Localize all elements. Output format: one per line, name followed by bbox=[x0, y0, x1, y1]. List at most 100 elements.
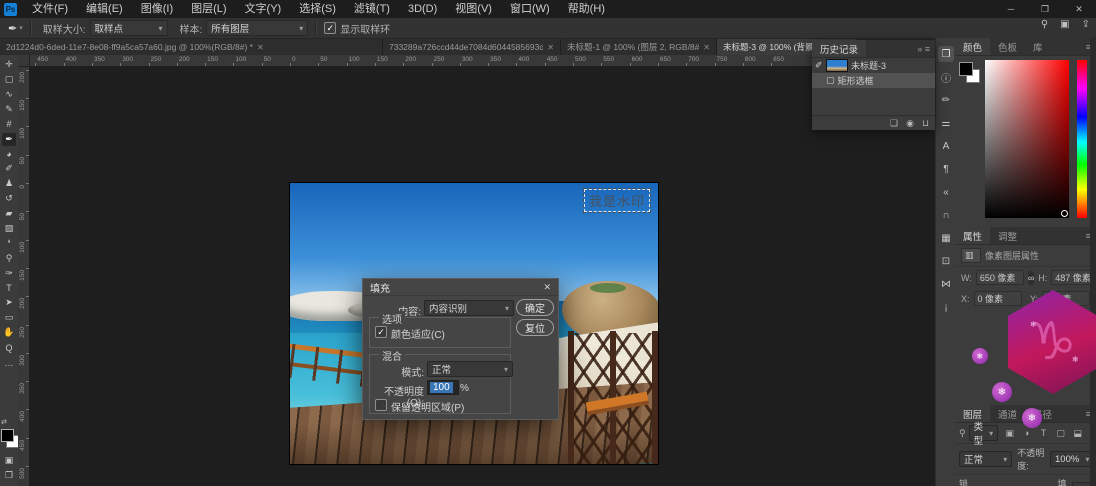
x-field[interactable]: 0 像素 bbox=[974, 291, 1022, 306]
move-tool[interactable]: ✛ bbox=[2, 58, 16, 71]
document-tab-2[interactable]: 733289a726ccd44de7084d6044585693d368e7e3… bbox=[383, 39, 561, 55]
color-tab-1[interactable]: 色板 bbox=[990, 38, 1025, 55]
color-picker-dot[interactable] bbox=[1061, 210, 1068, 217]
close-icon[interactable]: ✕ bbox=[543, 282, 551, 293]
spot-healing-tool[interactable]: ◕ bbox=[2, 147, 16, 160]
menu-item-4[interactable]: 文字(Y) bbox=[236, 3, 291, 15]
tab-history[interactable]: 历史记录 bbox=[812, 40, 866, 57]
eyedropper-tool[interactable]: ✒ bbox=[2, 133, 16, 146]
reset-button[interactable]: 复位 bbox=[516, 319, 554, 336]
hue-slider[interactable] bbox=[1077, 60, 1087, 218]
rectangular-marquee-tool[interactable]: ▢ bbox=[2, 73, 16, 86]
brush-settings-panel-icon[interactable]: ✏ bbox=[938, 92, 954, 108]
foreground-background-colors[interactable] bbox=[1, 429, 17, 451]
menu-item-8[interactable]: 视图(V) bbox=[446, 3, 501, 15]
crop-tool[interactable]: # bbox=[2, 118, 16, 131]
saturation-brightness-square[interactable] bbox=[985, 60, 1069, 218]
filter-type-layers-icon[interactable]: T bbox=[1037, 428, 1050, 439]
sample-dropdown[interactable]: 所有图层▾ bbox=[206, 20, 308, 36]
clone-stamp-tool[interactable]: ♟ bbox=[2, 177, 16, 190]
gradient-tool[interactable]: ▧ bbox=[2, 222, 16, 235]
color-adaptation-checkbox[interactable]: ✓ bbox=[375, 326, 387, 338]
layers-tab-0[interactable]: 图层 bbox=[955, 405, 990, 422]
filter-shape-layers-icon[interactable]: ▢ bbox=[1054, 428, 1067, 439]
menu-item-0[interactable]: 文件(F) bbox=[23, 3, 77, 15]
foreground-color-swatch[interactable] bbox=[1, 429, 14, 442]
styles-panel-icon[interactable]: ▦ bbox=[938, 230, 954, 246]
adjustments-panel-icon[interactable]: ∩ bbox=[938, 207, 954, 223]
dodge-tool[interactable]: ⚲ bbox=[2, 252, 16, 265]
zoom-tool[interactable]: Q bbox=[2, 341, 16, 354]
properties-tab-1[interactable]: 调整 bbox=[990, 227, 1025, 244]
mode-dropdown[interactable]: 正常▾ bbox=[427, 361, 513, 377]
filter-search-icon[interactable]: ⚲ bbox=[959, 428, 966, 439]
opacity-dropdown[interactable]: 100%▾ bbox=[1050, 451, 1092, 467]
opacity-input[interactable]: 100 bbox=[427, 380, 459, 395]
filter-type-dropdown[interactable]: 类型▾ bbox=[969, 425, 999, 441]
info-panel-icon[interactable]: ⓘ bbox=[938, 69, 954, 85]
swap-colors-icon[interactable]: ⇄ bbox=[1, 418, 7, 426]
filter-pixel-layers-icon[interactable]: ▣ bbox=[1003, 428, 1016, 439]
share-icon[interactable]: ⇪ bbox=[1082, 19, 1090, 30]
show-sampling-ring-checkbox[interactable]: ✓ bbox=[324, 22, 336, 34]
menu-item-6[interactable]: 滤镜(T) bbox=[345, 3, 399, 15]
menu-item-3[interactable]: 图层(L) bbox=[182, 3, 235, 15]
brush-tool[interactable]: ✐ bbox=[2, 162, 16, 175]
search-icon[interactable]: ⚲ bbox=[1041, 19, 1048, 30]
ok-button[interactable]: 确定 bbox=[516, 299, 554, 316]
close-tab-icon[interactable]: ✕ bbox=[547, 43, 554, 52]
layers-tab-1[interactable]: 通道 bbox=[990, 405, 1025, 422]
history-state-marquee[interactable]: ▢矩形选框 bbox=[812, 73, 935, 88]
character-panel-icon[interactable]: A bbox=[938, 138, 954, 154]
preserve-transparency-checkbox[interactable] bbox=[375, 399, 387, 411]
pen-tool[interactable]: ✑ bbox=[2, 267, 16, 280]
eyedropper-tool-icon[interactable]: ✒ bbox=[8, 22, 17, 35]
document-tab-3[interactable]: 未标题-1 @ 100% (图层 2, RGB/8#) *✕ bbox=[561, 39, 717, 55]
menu-item-10[interactable]: 帮助(H) bbox=[559, 3, 614, 15]
blend-mode-dropdown[interactable]: 正常▾ bbox=[959, 451, 1012, 467]
filter-smart-objects-icon[interactable]: ⬓ bbox=[1071, 428, 1084, 439]
filter-adjustment-layers-icon[interactable]: ◑ bbox=[1020, 428, 1033, 439]
tool-presets-panel-icon[interactable]: ⚌ bbox=[938, 115, 954, 131]
paragraph-panel-icon[interactable]: ¶ bbox=[938, 161, 954, 177]
quick-mask-button[interactable]: ▣ bbox=[2, 454, 16, 467]
screen-mode-button[interactable]: ❐ bbox=[2, 469, 16, 482]
content-dropdown[interactable]: 内容识别▾ bbox=[424, 300, 514, 316]
link-dimensions-icon[interactable]: ∞ bbox=[1028, 271, 1034, 285]
properties-tab-0[interactable]: 属性 bbox=[955, 227, 990, 244]
quick-selection-tool[interactable]: ✎ bbox=[2, 103, 16, 116]
path-selection-tool[interactable]: ➤ bbox=[2, 296, 16, 309]
workspace-icon[interactable]: ▣ bbox=[1060, 19, 1069, 30]
width-field[interactable]: 650 像素 bbox=[976, 270, 1024, 285]
timeline-panel-icon[interactable]: ⋈ bbox=[938, 276, 954, 292]
swatches-panel-icon[interactable]: ❒ bbox=[938, 46, 954, 62]
color-tab-0[interactable]: 颜色 bbox=[955, 38, 990, 55]
eraser-tool[interactable]: ▰ bbox=[2, 207, 16, 220]
edit-toolbar-button[interactable]: … bbox=[2, 356, 16, 369]
menu-item-5[interactable]: 选择(S) bbox=[290, 3, 345, 15]
lasso-tool[interactable]: ∿ bbox=[2, 88, 16, 101]
menu-item-9[interactable]: 窗口(W) bbox=[501, 3, 559, 15]
menu-item-1[interactable]: 编辑(E) bbox=[77, 3, 132, 15]
blur-tool[interactable]: ❛ bbox=[2, 237, 16, 250]
fill-dialog-title-bar[interactable]: 填充 ✕ bbox=[363, 279, 558, 296]
new-doc-from-state-icon[interactable]: ❏ bbox=[890, 118, 898, 129]
close-tab-icon[interactable]: ✕ bbox=[257, 43, 264, 52]
glyphs-panel-icon[interactable]: « bbox=[938, 184, 954, 200]
menu-item-2[interactable]: 图像(I) bbox=[132, 3, 182, 15]
menu-item-7[interactable]: 3D(D) bbox=[399, 3, 446, 15]
type-tool[interactable]: T bbox=[2, 282, 16, 295]
panel-menu-icon[interactable]: » ≡ bbox=[912, 40, 935, 57]
history-source-icon[interactable]: ✐ bbox=[815, 60, 823, 71]
new-snapshot-icon[interactable]: ◉ bbox=[906, 118, 914, 129]
tool-preset-arrow-icon[interactable]: ▾ bbox=[19, 24, 23, 32]
hand-tool[interactable]: ✋ bbox=[2, 326, 16, 339]
delete-state-icon[interactable]: ⊔ bbox=[922, 118, 929, 129]
color-tab-2[interactable]: 库 bbox=[1025, 38, 1051, 55]
minimize-button[interactable]: ─ bbox=[994, 0, 1028, 18]
history-brush-tool[interactable]: ↺ bbox=[2, 192, 16, 205]
restore-button[interactable]: ❐ bbox=[1028, 0, 1062, 18]
document-tab-1[interactable]: 2d1224d0-6ded-11e7-8e08-ff9a5ca57a60.jpg… bbox=[0, 39, 383, 55]
clone-source-panel-icon[interactable]: ⊡ bbox=[938, 253, 954, 269]
close-button[interactable]: ✕ bbox=[1062, 0, 1096, 18]
